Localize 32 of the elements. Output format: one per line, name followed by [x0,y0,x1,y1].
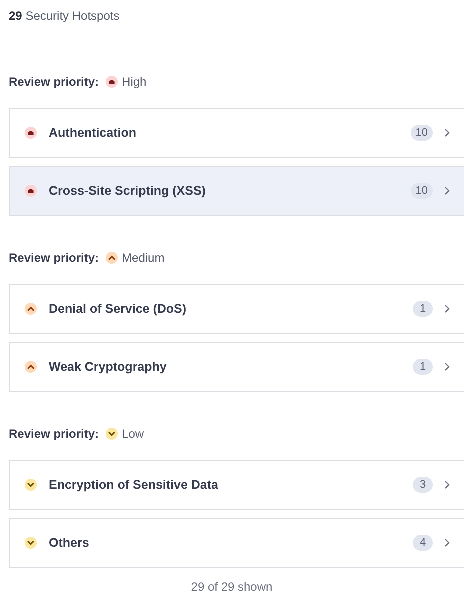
count-badge: 10 [410,183,433,199]
category-name: Encryption of Sensitive Data [49,478,220,492]
chevron-right-icon [443,304,451,314]
category-row[interactable]: Denial of Service (DoS) 1 [9,284,464,334]
count-badge: 3 [413,477,433,493]
category-row[interactable]: Authentication 10 [9,108,464,158]
priority-label: Review priority: [9,251,100,265]
category-row[interactable]: Others 4 [9,518,464,568]
chevron-right-icon [443,186,451,196]
category-name: Weak Cryptography [49,360,168,374]
priority-value: High [122,75,147,89]
priority-label: Review priority: [9,75,100,89]
chevron-right-icon [443,128,451,138]
count-badge: 4 [413,535,433,551]
chevron-right-icon [443,362,451,372]
count-badge: 1 [413,301,433,317]
category-name: Cross-Site Scripting (XSS) [49,184,207,198]
chevron-right-icon [443,480,451,490]
count-badge: 1 [413,359,433,375]
category-row[interactable]: Weak Cryptography 1 [9,342,464,392]
category-name: Authentication [49,126,138,140]
hotspot-count: 29 Security Hotspots [9,8,120,24]
shown-count: 29 of 29 shown [191,580,274,594]
category-name: Others [49,536,90,550]
category-row[interactable]: Cross-Site Scripting (XSS) 10 [9,166,464,216]
category-row[interactable]: Encryption of Sensitive Data 3 [9,460,464,510]
priority-label: Review priority: [9,427,100,441]
priority-value: Medium [122,251,165,265]
priority-value: Low [122,427,144,441]
chevron-right-icon [443,538,451,548]
count-badge: 10 [410,125,433,141]
category-name: Denial of Service (DoS) [49,302,188,316]
